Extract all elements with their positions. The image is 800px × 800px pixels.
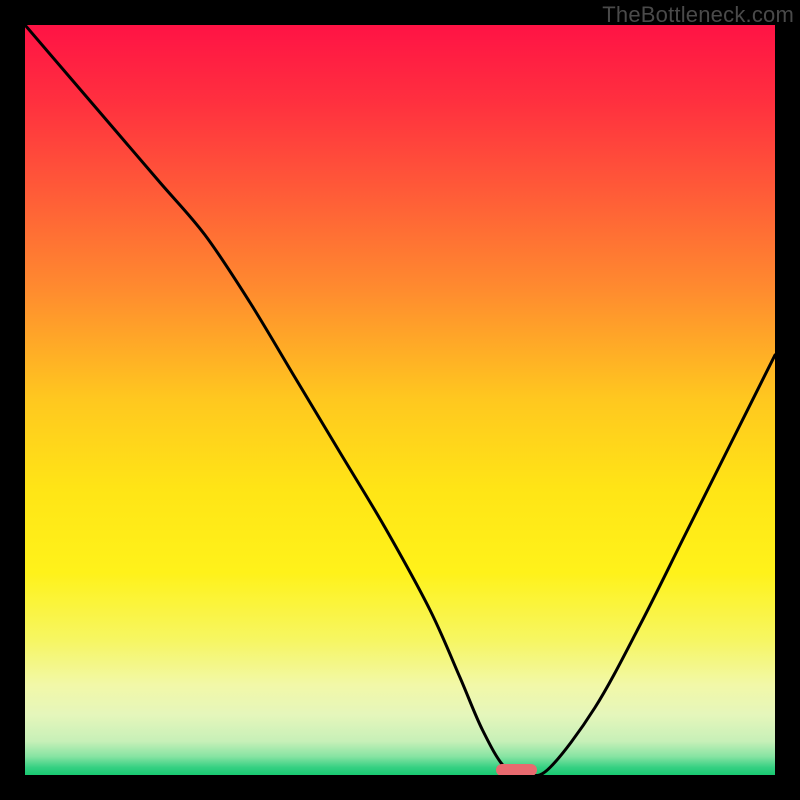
bottleneck-curve: [25, 25, 775, 775]
plot-area: [25, 25, 775, 775]
watermark-text: TheBottleneck.com: [602, 2, 794, 28]
optimal-marker: [496, 764, 537, 775]
chart-frame: TheBottleneck.com: [0, 0, 800, 800]
